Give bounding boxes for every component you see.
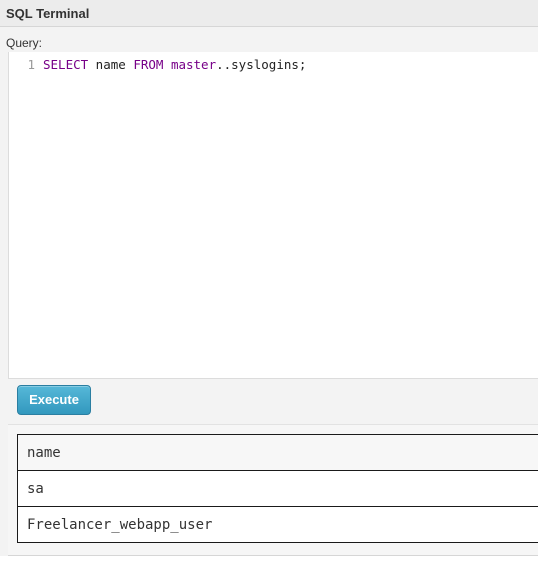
results-panel: name sa Freelancer_webapp_user [8,424,538,556]
window-title: SQL Terminal [6,6,90,21]
bottom-strip [0,556,538,566]
results-table: name sa Freelancer_webapp_user [17,434,538,543]
execute-button[interactable]: Execute [17,385,91,415]
keyword-from: FROM [133,57,164,72]
table-cell: Freelancer_webapp_user [17,506,538,543]
code-line[interactable]: SELECT name FROM master..syslogins; [43,57,306,72]
table-header-row: name [17,434,538,471]
sql-terminal-window: SQL Terminal Query: 1 SELECT name FROM m… [0,0,538,566]
table-row: Freelancer_webapp_user [17,506,538,543]
column-header-name: name [17,434,538,471]
query-editor[interactable]: 1 SELECT name FROM master..syslogins; [8,52,538,379]
line-gutter: 1 [9,52,37,378]
query-label: Query: [6,36,43,50]
title-bar: SQL Terminal [0,0,538,27]
table-cell: sa [17,470,538,507]
table-token: ..syslogins; [216,57,307,72]
line-number: 1 [27,57,35,72]
database-token: master [163,57,217,72]
keyword-select: SELECT [43,57,89,72]
column-name-token: name [88,57,134,72]
table-row: sa [17,470,538,507]
